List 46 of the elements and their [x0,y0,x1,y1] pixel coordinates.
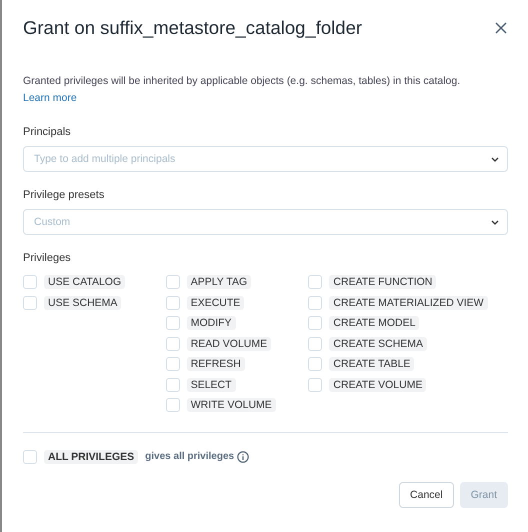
privilege-tag: ALL PRIVILEGES [44,450,138,464]
privilege-tag: USE CATALOG [44,275,126,290]
privilege-tag: USE SCHEMA [44,296,122,310]
presets-label: Privilege presets [23,189,106,201]
checkbox[interactable] [166,316,180,330]
principals-label: Principals [23,126,72,138]
privilege-tag: CREATE MATERIALIZED VIEW [329,296,488,310]
learn-more-link[interactable]: Learn more [23,92,77,104]
principals-field[interactable]: Type to add multiple principals [23,146,508,172]
info-icon[interactable] [237,450,250,463]
checkbox[interactable] [166,336,180,351]
checkbox[interactable] [23,450,37,464]
privilege-tag: WRITE VOLUME [186,398,276,412]
privilege-tag: CREATE SCHEMA [329,336,428,351]
checkbox[interactable] [308,275,322,290]
privilege-tag: EXECUTE [186,296,244,310]
checkbox[interactable] [166,378,180,392]
presets-select[interactable]: Custom [23,209,508,235]
checkbox[interactable] [23,275,37,290]
privilege-tag: CREATE FUNCTION [329,275,436,290]
hint-text: gives all privileges [145,451,234,462]
checkbox[interactable] [308,316,322,330]
privilege-tag: CREATE TABLE [329,357,414,372]
privilege-tag: CREATE MODEL [329,316,420,330]
privilege-tag: REFRESH [186,357,245,372]
checkbox[interactable] [308,336,322,351]
dialog-title: Grant on suffix_metastore_catalog_folder [23,17,362,39]
checkbox[interactable] [166,296,180,310]
checkbox[interactable] [166,357,180,372]
privilege-tag: APPLY TAG [186,275,252,290]
chevron-down-icon [491,157,499,162]
checkbox[interactable] [166,398,180,412]
close-icon[interactable] [495,22,507,34]
privilege-tag: SELECT [186,378,236,392]
privilege-tag: READ VOLUME [186,336,272,351]
checkbox[interactable] [308,357,322,372]
privileges-label: Privileges [23,252,72,264]
privilege-tag: MODIFY [186,316,236,330]
dialog-button[interactable]: Cancel [399,482,454,508]
description-text: Granted privileges will be inherited by applicable objects (e.g. schemas, tables) in this catalog. Learn more [23,74,462,106]
chevron-down-icon [491,220,499,225]
checkbox[interactable] [166,275,180,290]
checkbox[interactable] [23,296,37,310]
checkbox[interactable] [308,296,322,310]
privilege-tag: CREATE VOLUME [329,378,426,392]
checkbox[interactable] [308,378,322,392]
